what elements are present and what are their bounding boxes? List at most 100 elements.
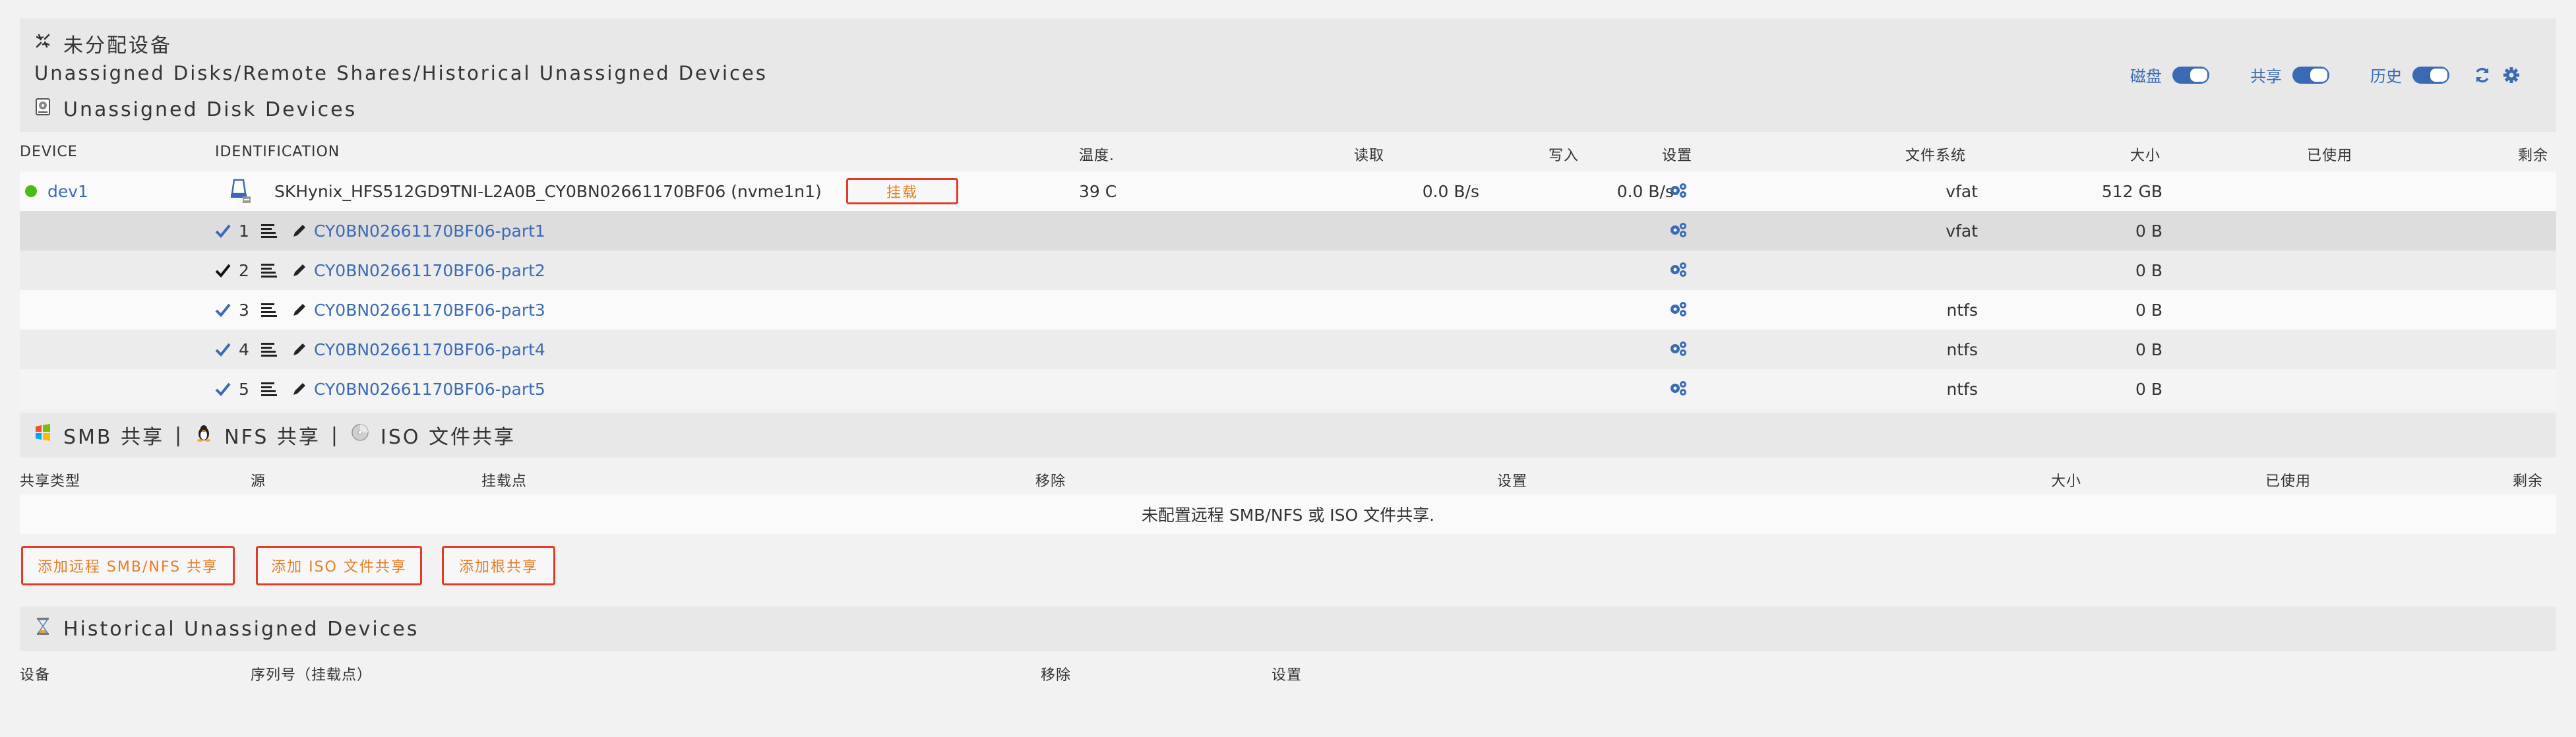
refresh-icon[interactable] xyxy=(2472,65,2493,86)
partition-settings-icon[interactable] xyxy=(1669,301,1688,322)
page-title-row: 未分配设备 xyxy=(33,29,172,58)
list-icon[interactable] xyxy=(261,223,278,242)
col-share-type: 共享类型 xyxy=(20,473,81,490)
disk-icon xyxy=(230,178,251,207)
check-icon xyxy=(215,341,231,361)
device-read: 0.0 B/s xyxy=(1422,182,1479,201)
list-icon[interactable] xyxy=(261,262,278,281)
nfs-shares-title: NFS 共享 xyxy=(224,426,321,449)
partition-row: 1 CY0BN02661170BF06-part1 vfat 0 B xyxy=(20,211,2556,251)
status-dot xyxy=(25,185,37,197)
col-remove: 移除 xyxy=(1035,473,1066,490)
col-write: 写入 xyxy=(1549,148,1579,164)
col-mountpoint: 挂载点 xyxy=(481,473,528,490)
partition-fs: ntfs xyxy=(1946,301,1978,320)
history-table-header: 设备 序列号（挂载点） 移除 设置 xyxy=(20,651,2556,688)
unassigned-icon xyxy=(33,31,53,56)
list-icon[interactable] xyxy=(261,302,278,321)
col-identification: IDENTIFICATION xyxy=(215,144,340,160)
col-source: 源 xyxy=(251,473,266,490)
partition-link[interactable]: CY0BN02661170BF06-part2 xyxy=(314,261,545,280)
col-share-size: 大小 xyxy=(2051,473,2082,490)
partition-size: 0 B xyxy=(2135,340,2162,359)
partition-link[interactable]: CY0BN02661170BF06-part1 xyxy=(314,221,545,241)
title-separator: | xyxy=(175,423,184,447)
col-fs: 文件系统 xyxy=(1905,148,1967,164)
partition-number: 2 xyxy=(239,261,249,280)
edit-icon[interactable] xyxy=(291,341,307,361)
col-temp: 温度. xyxy=(1079,148,1115,164)
disk-devices-title: Unassigned Disk Devices xyxy=(63,98,357,121)
device-link[interactable]: dev1 xyxy=(47,182,88,201)
unassigned-devices-page: 未分配设备 Unassigned Disks/Remote Shares/His… xyxy=(20,18,2556,688)
col-share-settings: 设置 xyxy=(1497,473,1528,490)
mount-button[interactable]: 挂载 xyxy=(846,178,958,204)
view-toggles: 磁盘 共享 历史 xyxy=(2130,63,2522,86)
device-size: 512 GB xyxy=(2101,182,2162,201)
check-icon xyxy=(215,262,231,281)
partition-link[interactable]: CY0BN02661170BF06-part4 xyxy=(314,340,545,359)
hourglass-icon xyxy=(33,616,53,641)
hard-drive-icon xyxy=(33,97,53,122)
iso-shares-title: ISO 文件共享 xyxy=(381,426,516,449)
edit-icon[interactable] xyxy=(291,381,307,401)
col-free: 剩余 xyxy=(2518,148,2549,164)
device-fs: vfat xyxy=(1946,182,1978,201)
partition-row: 5 CY0BN02661170BF06-part5 ntfs 0 B xyxy=(20,369,2556,409)
partition-settings-icon[interactable] xyxy=(1669,340,1688,361)
add-remote-share-button[interactable]: 添加远程 SMB/NFS 共享 xyxy=(21,546,235,585)
add-root-share-button[interactable]: 添加根共享 xyxy=(442,546,555,585)
partition-settings-icon[interactable] xyxy=(1669,380,1688,401)
partition-row: 3 CY0BN02661170BF06-part3 ntfs 0 B xyxy=(20,290,2556,330)
list-icon[interactable] xyxy=(261,341,278,361)
col-share-free: 剩余 xyxy=(2513,473,2544,490)
col-history-device: 设备 xyxy=(20,667,51,684)
shares-buttons: 添加远程 SMB/NFS 共享 添加 ISO 文件共享 添加根共享 xyxy=(20,534,2556,606)
toggle-disks-switch[interactable] xyxy=(2172,66,2209,84)
device-settings-icon[interactable] xyxy=(1669,182,1688,203)
partition-link[interactable]: CY0BN02661170BF06-part3 xyxy=(314,301,545,320)
partition-size: 0 B xyxy=(2135,301,2162,320)
partition-size: 0 B xyxy=(2135,261,2162,280)
edit-icon[interactable] xyxy=(291,302,307,322)
page-subtitle: Unassigned Disks/Remote Shares/Historica… xyxy=(34,62,768,84)
edit-icon[interactable] xyxy=(291,262,307,282)
partition-settings-icon[interactable] xyxy=(1669,261,1688,282)
windows-icon xyxy=(33,423,53,448)
partition-link[interactable]: CY0BN02661170BF06-part5 xyxy=(314,380,545,399)
disk-devices-section-header: Unassigned Disk Devices xyxy=(20,87,2556,132)
list-icon[interactable] xyxy=(261,381,278,400)
col-device: DEVICE xyxy=(20,144,78,160)
edit-icon[interactable] xyxy=(291,223,307,243)
history-title: Historical Unassigned Devices xyxy=(63,617,419,641)
partition-number: 4 xyxy=(239,340,249,359)
shares-table-header: 共享类型 源 挂载点 移除 设置 大小 已使用 剩余 xyxy=(20,457,2556,494)
disk-row: dev1 SKHynix_HFS512GD9TNI-L2A0B_CY0BN026… xyxy=(20,171,2556,211)
partition-settings-icon[interactable] xyxy=(1669,221,1688,243)
shares-section-header: SMB 共享 | NFS 共享 | ISO 文件共享 xyxy=(20,413,2556,457)
add-iso-share-button[interactable]: 添加 ISO 文件共享 xyxy=(256,546,422,585)
partition-fs: ntfs xyxy=(1946,380,1978,399)
device-write: 0.0 B/s xyxy=(1616,182,1674,201)
device-identification: SKHynix_HFS512GD9TNI-L2A0B_CY0BN02661170… xyxy=(274,182,822,201)
toggle-disks-label: 磁盘 xyxy=(2130,67,2162,86)
gear-icon[interactable] xyxy=(2501,65,2522,86)
check-icon xyxy=(215,223,231,242)
partition-fs: vfat xyxy=(1946,221,1978,241)
col-used: 已使用 xyxy=(2307,148,2353,164)
check-icon xyxy=(215,381,231,400)
partition-size: 0 B xyxy=(2135,380,2162,399)
col-history-remove: 移除 xyxy=(1041,667,1072,684)
col-settings: 设置 xyxy=(1662,148,1693,164)
col-size: 大小 xyxy=(2130,148,2161,164)
partition-number: 1 xyxy=(239,221,249,241)
col-history-serial: 序列号（挂载点） xyxy=(251,667,373,684)
title-separator: | xyxy=(330,423,340,447)
partition-number: 5 xyxy=(239,380,249,399)
toggle-shares-switch[interactable] xyxy=(2292,66,2329,84)
disc-icon xyxy=(350,423,370,448)
smb-shares-title: SMB 共享 xyxy=(63,426,165,449)
toggle-history-switch[interactable] xyxy=(2412,66,2449,84)
toggle-history-label: 历史 xyxy=(2370,67,2402,86)
page-title: 未分配设备 xyxy=(63,34,172,57)
